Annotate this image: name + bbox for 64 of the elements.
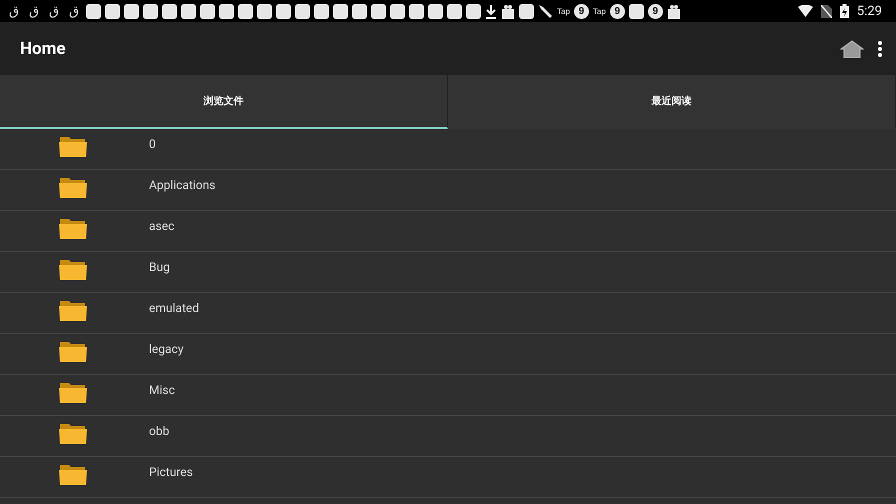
- notification-glyph: ق: [48, 4, 60, 18]
- notification-icon: [124, 4, 139, 18]
- folder-icon: [58, 339, 88, 363]
- more-icon: [878, 40, 882, 56]
- folder-name: Applications: [149, 178, 216, 192]
- notification-icon: [143, 4, 158, 18]
- home-button[interactable]: [840, 40, 864, 58]
- notification-glyph: ق: [68, 4, 80, 18]
- notification-icon: [238, 4, 253, 18]
- folder-icon: [58, 175, 88, 199]
- notification-badge: 9: [574, 4, 589, 18]
- folder-icon: [58, 298, 88, 322]
- folder-name: Pictures: [149, 465, 193, 479]
- tool-icon: [538, 4, 553, 18]
- folder-name: emulated: [149, 301, 200, 315]
- folder-name: asec: [149, 219, 174, 233]
- download-icon: [485, 4, 497, 18]
- folder-name: legacy: [149, 342, 184, 356]
- notification-badge: 9: [648, 4, 663, 18]
- bag-icon: [666, 4, 681, 18]
- notification-icon: [409, 4, 424, 18]
- notification-icon: [333, 4, 348, 18]
- notification-icon: [219, 4, 234, 18]
- notification-icon: [257, 4, 272, 18]
- notification-badge: 9: [610, 4, 625, 18]
- notification-icon: [466, 4, 481, 18]
- notification-icon: [447, 4, 462, 18]
- app-title: Home: [20, 38, 67, 58]
- folder-name: Bug: [149, 260, 170, 274]
- clock: 5:29: [856, 4, 882, 18]
- notification-label: Tap: [592, 6, 606, 16]
- menu-button[interactable]: [878, 40, 882, 56]
- notification-icon: [352, 4, 367, 18]
- tab[interactable]: 浏览文件: [0, 75, 448, 129]
- notification-icon: [314, 4, 329, 18]
- home-icon: [840, 40, 864, 58]
- folder-icon: [58, 216, 88, 240]
- notification-icon: [105, 4, 120, 18]
- folder-icon: [58, 421, 88, 445]
- notification-icon: [519, 4, 534, 18]
- notification-label: Tap: [557, 6, 570, 16]
- notification-icon: [628, 4, 644, 18]
- bag-icon: [501, 4, 515, 18]
- folder-icon: [58, 134, 88, 158]
- folder-icon: [58, 462, 88, 486]
- notification-glyph: ق: [8, 4, 20, 18]
- folder-name: 0: [149, 137, 156, 151]
- notification-icon: [181, 4, 196, 18]
- folder-name: obb: [149, 424, 170, 438]
- folder-name: Misc: [149, 383, 175, 397]
- notification-icon: [371, 4, 386, 18]
- notification-icon: [390, 4, 405, 18]
- notification-icon: [295, 4, 310, 18]
- notification-icon: [162, 4, 177, 18]
- folder-icon: [58, 257, 88, 281]
- folder-icon: [58, 380, 88, 404]
- notification-icon: [200, 4, 215, 18]
- notification-glyph: ق: [28, 4, 40, 18]
- battery-icon: [840, 4, 849, 18]
- wifi-icon: [798, 5, 813, 17]
- notification-icon: [86, 4, 101, 18]
- no-sim-icon: [820, 4, 832, 18]
- notification-icon: [428, 4, 443, 18]
- notification-icon: [276, 4, 291, 18]
